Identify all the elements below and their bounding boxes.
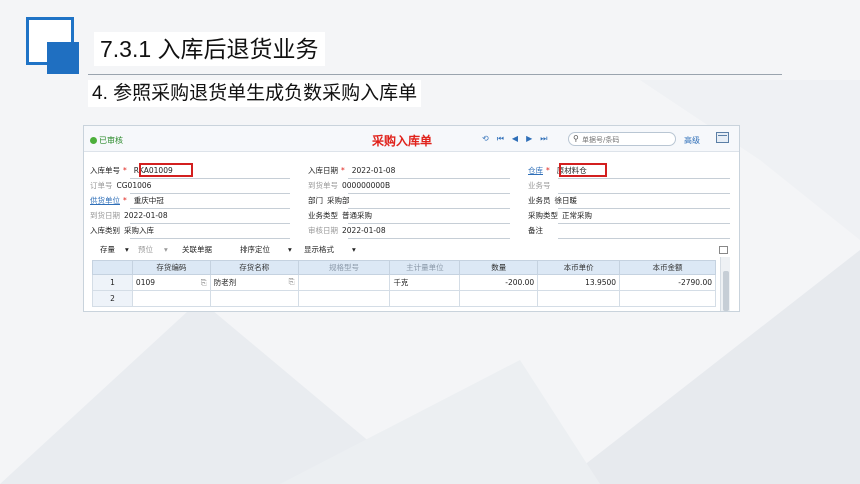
row-number: 2 [92,290,133,307]
search-icon: ⚲ [573,134,579,143]
sort-locate-button[interactable]: 排序定位 [240,243,270,257]
slide: 7.3.1 入库后退货业务 4. 参照采购退货单生成负数采购入库单 已审核 采购… [0,0,860,484]
audit-date-field: 审核日期 2022-01-08 [308,226,386,235]
vertical-scrollbar[interactable] [720,257,730,311]
purchase-type-field: 采购类型 正常采购 [528,211,592,220]
cell-item-name[interactable] [209,290,299,307]
cell-unit-price[interactable]: 13.9500 [537,274,621,291]
cell-quantity[interactable]: -200.00 [459,274,539,291]
cell-spec[interactable] [297,274,391,291]
sort-dropdown-icon[interactable]: ▾ [288,243,292,257]
status-dot-icon [90,137,97,144]
remark-field: 备注 [528,226,543,235]
biz-no-field: 业务号 [528,181,551,190]
stock-dropdown-icon[interactable]: ▾ [125,243,129,257]
advanced-search-link[interactable]: 高级 [684,135,700,146]
reserve-button[interactable]: 预位 [138,243,153,257]
arrival-date-field: 到货日期 2022-01-08 [90,211,168,220]
record-navigation: ⟲ ⏮ ◀ ▶ ⏭ [482,132,547,146]
prev-icon[interactable]: ◀ [512,132,518,146]
scrollbar-thumb[interactable] [723,271,729,311]
document-title: 采购入库单 [372,134,433,148]
order-no-field: 订单号 CG01006 [90,181,152,190]
column-header[interactable]: 存货编码 [131,260,211,275]
cell-spec[interactable] [297,290,391,307]
format-dropdown-icon[interactable]: ▾ [352,243,356,257]
window-layout-icon[interactable] [716,132,729,143]
refresh-icon[interactable]: ⟲ [482,132,489,146]
attachment-icon[interactable]: ⎘ [289,277,295,287]
expand-icon[interactable] [719,246,728,254]
window-topbar: 已审核 采购入库单 ⟲ ⏮ ◀ ▶ ⏭ ⚲ 高级 [84,126,739,152]
purchase-receipt-window: 已审核 采购入库单 ⟲ ⏮ ◀ ▶ ⏭ ⚲ 高级 入库单号*RKA01009 订… [83,125,740,312]
table-row[interactable]: 2 [92,290,716,307]
cell-unit[interactable] [389,290,461,307]
cell-item-name[interactable]: 防老剂 ⎘ [209,274,299,291]
highlight-box-receipt-no [139,163,193,177]
status-label: 已审核 [99,136,123,145]
column-header[interactable]: 主计量单位 [389,260,461,275]
slide-title: 7.3.1 入库后退货业务 [94,32,325,66]
cell-amount[interactable] [619,290,716,307]
table-row[interactable]: 1 0109 ⎘ 防老剂 ⎘ 千克 -200.00 13.9500 -2790.00 [92,274,716,291]
row-number: 1 [92,274,133,291]
highlight-box-warehouse [559,163,607,177]
arrival-no-field: 到货单号 000000000B [308,181,391,190]
column-header [92,260,133,275]
in-date-field: 入库日期 * 2022-01-08 [308,166,396,175]
related-docs-button[interactable]: 关联单据 [182,243,212,257]
grid-toolbar: 存量 ▾ 预位 ▾ 关联单据 排序定位 ▾ 显示格式 ▾ [92,243,730,257]
display-format-button[interactable]: 显示格式 [304,243,334,257]
cell-amount[interactable]: -2790.00 [619,274,716,291]
slide-subtitle: 4. 参照采购退货单生成负数采购入库单 [88,80,422,107]
cell-item-code[interactable] [131,290,211,307]
title-divider [88,74,782,75]
attachment-icon[interactable]: ⎘ [201,278,207,288]
column-header[interactable]: 本币单价 [537,260,621,275]
column-header[interactable]: 规格型号 [297,260,391,275]
clerk-field: 业务员 徐日暖 [528,196,577,205]
in-type-field: 入库类别 采购入库 [90,226,154,235]
supplier-field: 供货单位 * 重庆中冠 [90,196,164,205]
stock-button[interactable]: 存量 [100,243,115,257]
cell-unit-price[interactable] [537,290,621,307]
last-icon[interactable]: ⏭ [540,132,547,146]
decor-square-fill [47,42,79,74]
reserve-dropdown-icon[interactable]: ▾ [164,243,168,257]
status-badge: 已审核 [90,135,123,146]
dept-field: 部门 采购部 [308,196,350,205]
cell-unit[interactable]: 千克 [389,274,461,291]
biz-type-field: 业务类型 普通采购 [308,211,372,220]
column-header[interactable]: 存货名称 [209,260,299,275]
column-header[interactable]: 数量 [459,260,539,275]
search-input[interactable] [582,134,672,145]
table-header-row: 存货编码 存货名称 规格型号 主计量单位 数量 本币单价 本币金额 [92,260,716,275]
cell-item-code[interactable]: 0109 ⎘ [131,274,211,291]
cell-quantity[interactable] [459,290,539,307]
search-box[interactable]: ⚲ [568,132,676,146]
next-icon[interactable]: ▶ [526,132,532,146]
items-table: 存货编码 存货名称 规格型号 主计量单位 数量 本币单价 本币金额 1 0109… [92,260,716,307]
first-icon[interactable]: ⏮ [497,132,504,146]
column-header[interactable]: 本币金额 [619,260,716,275]
